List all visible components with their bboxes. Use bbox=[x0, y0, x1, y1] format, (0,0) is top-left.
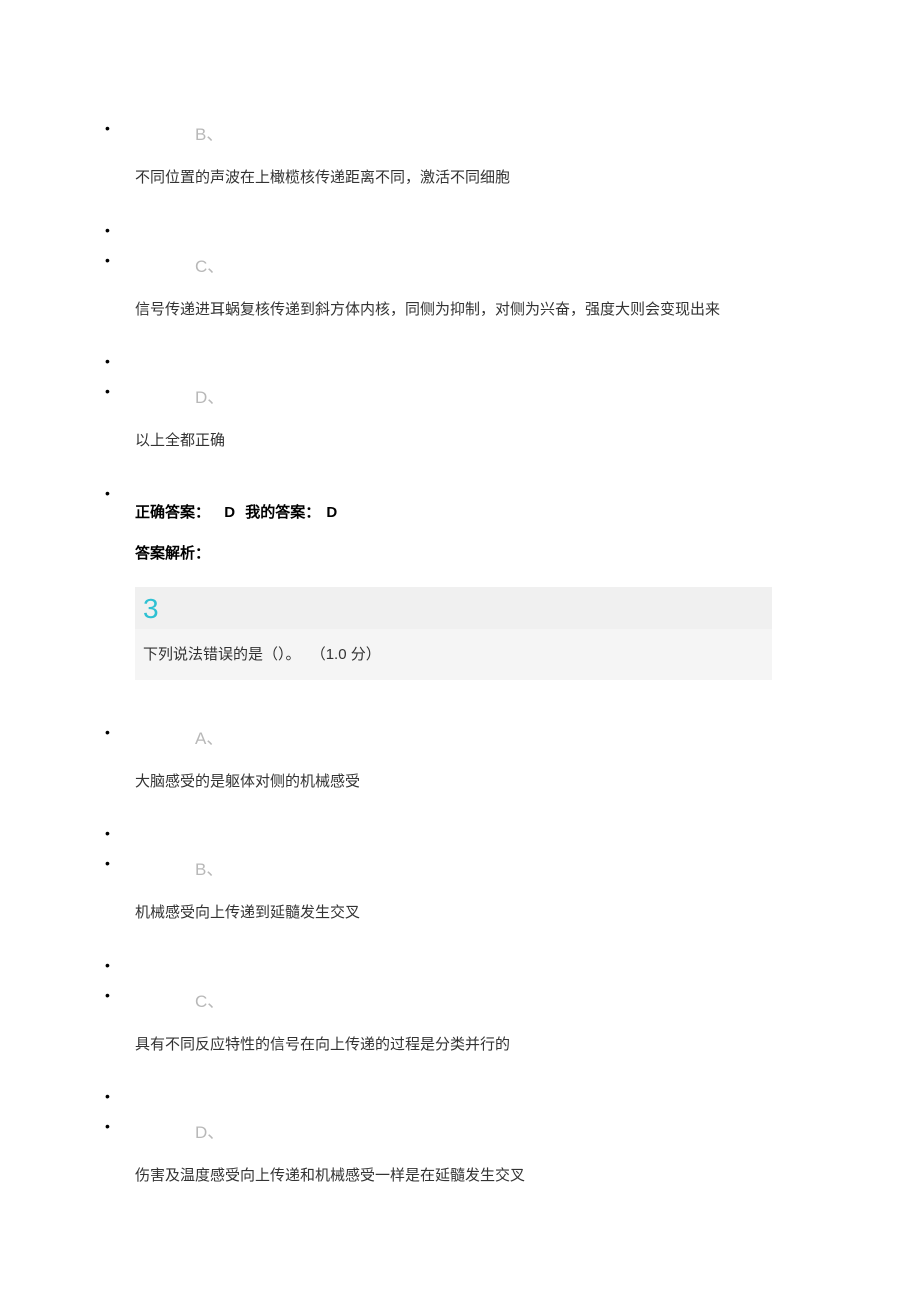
option-text: 以上全都正确 bbox=[135, 430, 920, 453]
option-text: 机械感受向上传递到延髓发生交叉 bbox=[135, 902, 920, 925]
option-letter: D、 bbox=[135, 1118, 920, 1143]
option-letter: B、 bbox=[135, 855, 920, 880]
question-points: （1.0 分） bbox=[311, 646, 381, 663]
option-c-item: C、 具有不同反应特性的信号在向上传递的过程是分类并行的 bbox=[0, 987, 920, 1057]
question-stem: 下列说法错误的是（）。 （1.0 分） bbox=[143, 646, 381, 663]
list-spacer bbox=[0, 471, 920, 515]
list-spacer bbox=[0, 339, 920, 383]
list-spacer bbox=[0, 811, 920, 855]
option-d-item: D、 伤害及温度感受向上传递和机械感受一样是在延髓发生交叉 bbox=[0, 1118, 920, 1188]
option-letter: A、 bbox=[135, 724, 920, 749]
question-stem-text: 下列说法错误的是（）。 bbox=[143, 646, 301, 663]
question-stem-bar: 下列说法错误的是（）。 （1.0 分） bbox=[135, 629, 772, 680]
list-spacer bbox=[0, 208, 920, 252]
option-text: 具有不同反应特性的信号在向上传递的过程是分类并行的 bbox=[135, 1034, 920, 1057]
option-letter: D、 bbox=[135, 383, 920, 408]
option-letter: B、 bbox=[135, 120, 920, 145]
question-number: 3 bbox=[143, 593, 159, 624]
option-text: 伤害及温度感受向上传递和机械感受一样是在延髓发生交叉 bbox=[135, 1165, 920, 1188]
option-b-item: B、 不同位置的声波在上橄榄核传递距离不同，激活不同细胞 bbox=[0, 120, 920, 190]
option-text: 信号传递进耳蜗复核传递到斜方体内核，同侧为抑制，对侧为兴奋，强度大则会变现出来 bbox=[135, 299, 920, 322]
option-c-item: C、 信号传递进耳蜗复核传递到斜方体内核，同侧为抑制，对侧为兴奋，强度大则会变现… bbox=[0, 252, 920, 322]
list-spacer bbox=[0, 1074, 920, 1118]
option-text: 不同位置的声波在上橄榄核传递距离不同，激活不同细胞 bbox=[135, 167, 920, 190]
option-letter: C、 bbox=[135, 987, 920, 1012]
option-letter: C、 bbox=[135, 252, 920, 277]
option-a-item: A、 大脑感受的是躯体对侧的机械感受 bbox=[0, 724, 920, 794]
option-text: 大脑感受的是躯体对侧的机械感受 bbox=[135, 771, 920, 794]
option-d-item: D、 以上全都正确 bbox=[0, 383, 920, 453]
list-spacer bbox=[0, 943, 920, 987]
option-b-item: B、 机械感受向上传递到延髓发生交叉 bbox=[0, 855, 920, 925]
question-number-bar: 3 bbox=[135, 587, 772, 629]
explanation-label: 答案解析： bbox=[135, 542, 920, 563]
